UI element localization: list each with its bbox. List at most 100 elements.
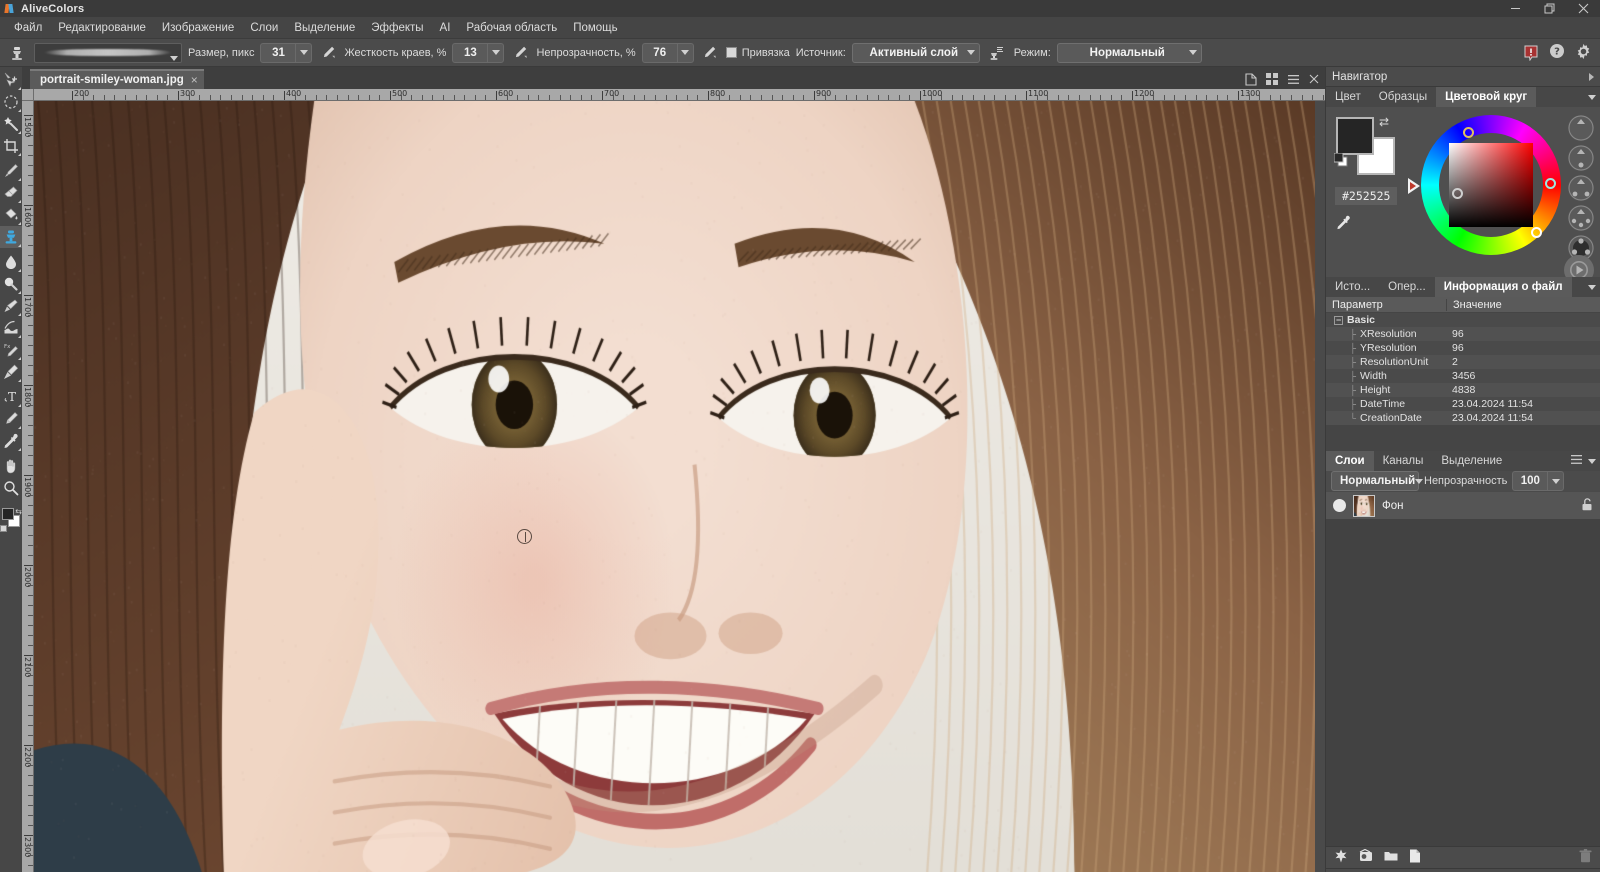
brush-preset-picker[interactable] — [34, 43, 182, 63]
eyedropper-icon[interactable] — [1336, 215, 1351, 233]
sv-marker[interactable] — [1452, 188, 1463, 199]
chevron-down-icon[interactable] — [1547, 472, 1563, 490]
new-document-icon[interactable] — [1409, 849, 1421, 866]
table-row[interactable]: └ CreationDate 23.04.2024 11:54 — [1326, 411, 1600, 425]
brush-size-stepper[interactable]: 31 — [260, 43, 312, 63]
color-wheel[interactable] — [1421, 115, 1561, 255]
hardness-stepper[interactable]: 13 — [452, 43, 504, 63]
swap-colors-icon[interactable]: ⇆ — [15, 507, 22, 516]
canvas-viewport[interactable] — [34, 101, 1315, 872]
dodge-tool[interactable] — [0, 273, 22, 295]
close-icon[interactable]: × — [191, 73, 198, 87]
chevron-right-icon[interactable] — [1589, 73, 1594, 81]
paint-bucket-tool[interactable] — [0, 204, 22, 226]
panel-menu-icon[interactable] — [1571, 454, 1582, 468]
restore-button[interactable] — [1532, 0, 1566, 17]
table-row[interactable]: ├ DateTime 23.04.2024 11:54 — [1326, 397, 1600, 411]
table-row[interactable]: ├ YResolution 96 — [1326, 341, 1600, 355]
chevron-down-icon[interactable] — [487, 44, 503, 62]
panel-menu-icon[interactable] — [1286, 72, 1300, 86]
navigator-panel-header[interactable]: Навигатор — [1326, 67, 1600, 87]
tab-swatches[interactable]: Образцы — [1370, 87, 1436, 107]
hue-marker-secondary[interactable] — [1545, 178, 1556, 189]
layer-list-item[interactable]: Фон — [1326, 491, 1600, 519]
minimize-button[interactable] — [1498, 0, 1532, 17]
tab-color-wheel[interactable]: Цветовой круг — [1436, 87, 1536, 107]
document-tab[interactable]: portrait-smiley-woman.jpg × — [30, 69, 204, 89]
chevron-down-icon[interactable] — [1588, 95, 1596, 100]
tab-layers[interactable]: Слои — [1326, 451, 1374, 471]
tab-operations[interactable]: Опер... — [1379, 277, 1435, 297]
default-colors-icon[interactable] — [1334, 153, 1348, 167]
layers-panel-menu[interactable] — [1571, 451, 1596, 471]
aligned-checkbox-group[interactable]: Привязка — [726, 47, 790, 59]
trash-icon[interactable] — [1579, 849, 1592, 866]
grid-view-icon[interactable] — [1265, 72, 1279, 86]
layer-opacity-stepper[interactable]: 100 — [1512, 471, 1564, 491]
eye-dot-icon[interactable] — [1333, 499, 1346, 512]
clone-stamp-tool[interactable] — [0, 226, 22, 248]
crop-tool[interactable] — [0, 135, 22, 157]
harmony-tetrad-icon[interactable] — [1568, 205, 1594, 231]
swap-colors-icon[interactable]: ⇄ — [1379, 115, 1389, 129]
table-row[interactable]: ├ XResolution 96 — [1326, 327, 1600, 341]
document-view-icon[interactable] — [1244, 72, 1258, 86]
text-tool[interactable]: T — [0, 386, 22, 408]
harmony-mono-icon[interactable] — [1568, 115, 1594, 141]
tab-file-info[interactable]: Информация о файл — [1435, 277, 1572, 297]
move-tool[interactable] — [0, 69, 22, 91]
menu-file[interactable]: Файл — [6, 19, 50, 37]
chevron-down-icon[interactable] — [1588, 459, 1596, 464]
color-swatches[interactable]: ⇆ — [0, 507, 22, 531]
vertical-scrollbar[interactable] — [1315, 101, 1325, 872]
foreground-color-swatch[interactable] — [1336, 117, 1374, 155]
art-brush-tool[interactable] — [0, 361, 22, 383]
menu-edit[interactable]: Редактирование — [50, 19, 154, 37]
table-row[interactable]: ├ Width 3456 — [1326, 369, 1600, 383]
source-select[interactable]: Активный слой — [852, 43, 980, 63]
file-info-menu[interactable] — [1588, 277, 1596, 297]
layer-thumbnail[interactable] — [1353, 495, 1375, 517]
folder-icon[interactable] — [1384, 849, 1398, 866]
table-row[interactable]: ├ Height 4838 — [1326, 383, 1600, 397]
blend-mode-select[interactable]: Нормальный — [1057, 43, 1202, 63]
hue-pointer-icon[interactable] — [1408, 178, 1420, 194]
aligned-checkbox[interactable] — [726, 47, 737, 58]
tab-selection[interactable]: Выделение — [1432, 451, 1511, 471]
chevron-down-icon[interactable] — [1588, 285, 1596, 290]
tab-channels[interactable]: Каналы — [1374, 451, 1433, 471]
star-icon[interactable] — [1334, 849, 1348, 866]
history-brush-tool[interactable] — [0, 317, 22, 339]
menu-workspace[interactable]: Рабочая область — [458, 19, 565, 37]
collapse-icon[interactable]: − — [1334, 316, 1343, 325]
layer-list[interactable] — [1326, 519, 1600, 846]
smudge-tool[interactable] — [0, 295, 22, 317]
layer-blend-mode-select[interactable]: Нормальный — [1331, 471, 1419, 491]
panel-close-icon[interactable] — [1307, 72, 1321, 86]
select-ellipse-tool[interactable] — [0, 91, 22, 113]
tab-history[interactable]: Исто... — [1326, 277, 1379, 297]
horizontal-ruler[interactable]: 200 300 400 500 600 700 800 900 1000 1100 1200 1300… — [34, 89, 1325, 101]
color-panel-menu[interactable] — [1588, 87, 1596, 107]
notification-badge-icon[interactable] — [1523, 45, 1539, 61]
menu-image[interactable]: Изображение — [154, 19, 242, 37]
help-icon[interactable]: ? — [1549, 43, 1565, 62]
magic-wand-tool[interactable] — [0, 113, 22, 135]
menu-help[interactable]: Помощь — [565, 19, 625, 37]
settings-gear-icon[interactable] — [1575, 43, 1592, 63]
chevron-down-icon[interactable] — [677, 44, 693, 62]
clone-source-options-icon[interactable] — [986, 42, 1008, 64]
tab-color[interactable]: Цвет — [1326, 87, 1370, 107]
fx-brush-tool[interactable]: Fx — [0, 339, 22, 361]
hue-marker-primary[interactable] — [1463, 127, 1474, 138]
chevron-down-icon[interactable] — [295, 44, 311, 62]
harmony-triad-icon[interactable] — [1568, 175, 1594, 201]
unlock-icon[interactable] — [1581, 498, 1593, 514]
brush-tool[interactable] — [0, 160, 22, 182]
opacity-dynamics-button[interactable] — [700, 43, 720, 63]
blur-tool[interactable] — [0, 251, 22, 273]
saturation-value-square[interactable] — [1449, 143, 1533, 227]
close-button[interactable] — [1566, 0, 1600, 17]
menu-effects[interactable]: Эффекты — [363, 19, 431, 37]
foreground-color-swatch[interactable] — [2, 508, 14, 520]
